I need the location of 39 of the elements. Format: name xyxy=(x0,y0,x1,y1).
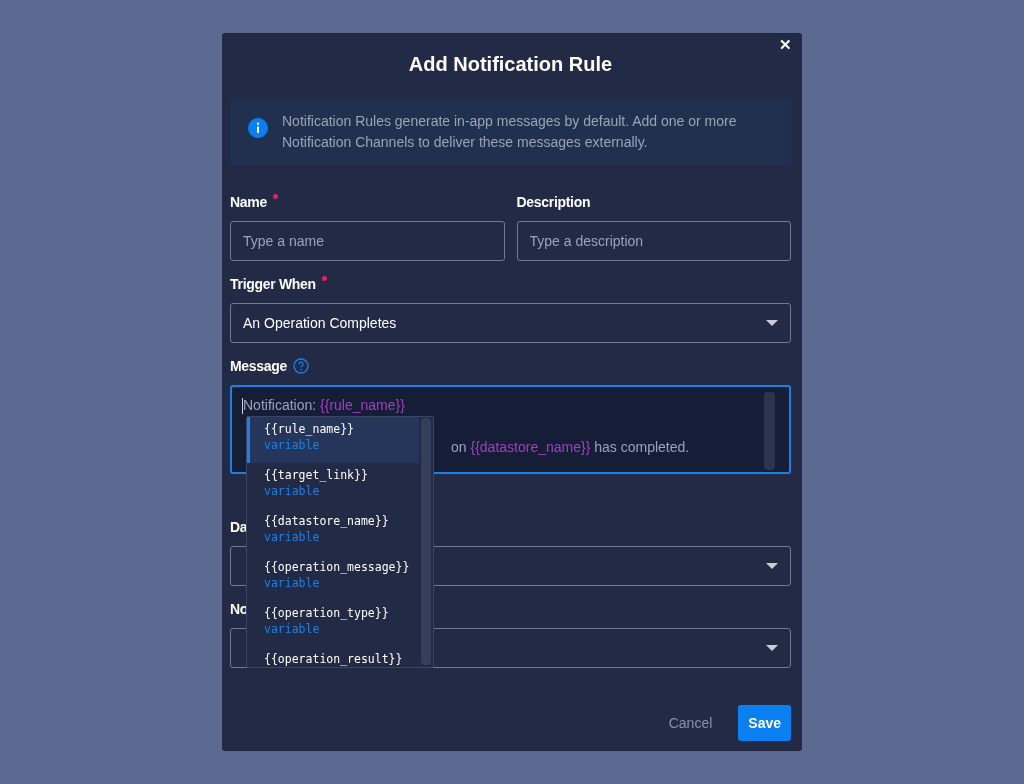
suggestion-item[interactable]: {{datastore_name}} variable xyxy=(247,509,419,555)
field-label: Description xyxy=(516,194,591,210)
message-line: on {{datastore_name}} has completed. xyxy=(451,439,690,455)
suggestion-type: variable xyxy=(264,484,321,498)
dialog-title: Add Notification Rule xyxy=(407,53,614,76)
dropdown-caret-icon xyxy=(766,320,778,326)
suggestion-item[interactable]: {{operation_type}} variable xyxy=(247,601,419,647)
suggestion-name: {{operation_type}} xyxy=(264,606,390,620)
save-button[interactable]: Save xyxy=(738,705,791,741)
description-input[interactable]: Type a description xyxy=(516,221,791,261)
suggestion-name: {{datastore_name}} xyxy=(264,514,390,528)
field-label: Name xyxy=(230,194,267,210)
info-text: Notification Rules generate in-app messages by default. Add one or more Notification Channels to deliver these messages externally. xyxy=(282,112,738,152)
suggestion-item[interactable]: {{rule_name}} variable xyxy=(247,417,419,463)
suggestion-type: variable xyxy=(264,438,321,452)
info-icon xyxy=(248,118,268,138)
field-label: Trigger When xyxy=(230,276,316,292)
suggestion-item[interactable]: {{target_link}} variable xyxy=(247,463,419,509)
cancel-button[interactable]: Cancel xyxy=(668,705,713,741)
dropdown-caret-icon xyxy=(766,645,778,651)
suggestion-item[interactable]: {{operation_result}} xyxy=(247,647,419,667)
suggestion-type: variable xyxy=(264,576,321,590)
suggestion-name: {{target_link}} xyxy=(264,468,369,482)
scrollbar[interactable] xyxy=(421,418,431,665)
dropdown-select[interactable] xyxy=(230,546,791,586)
suggestion-name: {{operation_result}} xyxy=(264,652,404,666)
text-cursor xyxy=(242,398,243,415)
close-button[interactable]: ✕ xyxy=(779,36,792,54)
suggestion-type: variable xyxy=(264,622,321,636)
suggestion-name: {{rule_name}} xyxy=(264,422,355,436)
message-line: Notification: {{rule_name}} xyxy=(243,397,405,413)
suggestion-item[interactable]: {{operation_message}} variable xyxy=(247,555,419,601)
suggestion-type: variable xyxy=(264,530,321,544)
dropdown-caret-icon xyxy=(766,563,778,569)
trigger-select[interactable]: An Operation Completes xyxy=(230,303,791,343)
scrollbar[interactable] xyxy=(764,392,775,470)
field-label: Message xyxy=(230,358,288,374)
help-icon[interactable] xyxy=(293,358,310,374)
name-input[interactable]: Type a name xyxy=(230,221,505,261)
